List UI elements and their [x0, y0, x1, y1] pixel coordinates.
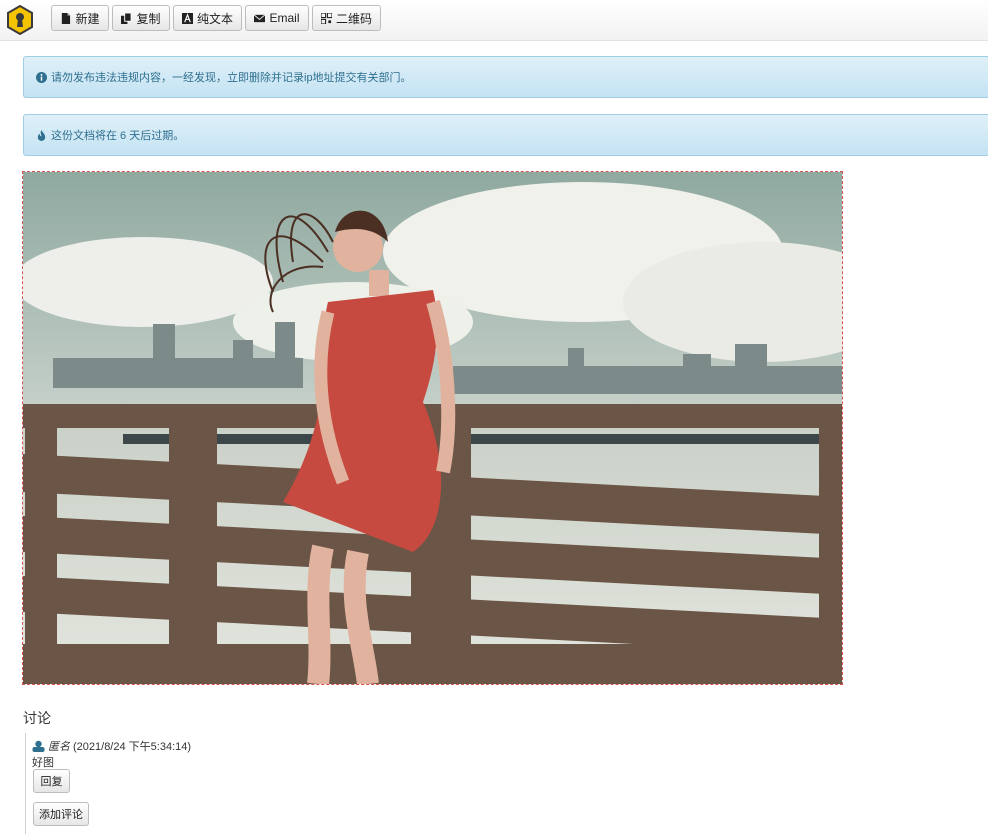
top-toolbar: 新建 复制 纯文本 Email 二维码 — [0, 0, 988, 41]
comment-body: 好图 — [32, 757, 54, 769]
envelope-icon — [254, 13, 266, 22]
fire-icon — [37, 129, 46, 141]
email-button-label: Email — [269, 11, 300, 25]
comment-author: 匿名 — [48, 741, 70, 753]
qrcode-button[interactable]: 二维码 — [312, 5, 381, 31]
photo-illustration — [23, 172, 842, 684]
warning-text: 请勿发布违法违规内容，一经发现，立即删除并记录ip地址提交有关部门。 — [51, 72, 412, 84]
qrcode-icon — [320, 12, 332, 24]
expiry-alert: 这份文档将在 6 天后过期。 — [23, 114, 988, 156]
comment-meta: 匿名 (2021/8/24 下午5:34:14) — [32, 738, 191, 754]
email-button[interactable]: Email — [245, 5, 309, 31]
user-icon — [32, 740, 45, 752]
expiry-text: 这份文档将在 6 天后过期。 — [51, 130, 185, 142]
plaintext-button[interactable]: 纯文本 — [173, 5, 242, 31]
shared-image — [22, 171, 843, 685]
qrcode-button-label: 二维码 — [335, 11, 372, 26]
comment-timestamp: (2021/8/24 下午5:34:14) — [73, 741, 192, 753]
info-circle-icon — [36, 71, 47, 83]
new-button-label: 新建 — [75, 11, 100, 26]
plaintext-button-label: 纯文本 — [196, 11, 233, 26]
file-icon — [62, 12, 71, 24]
add-comment-button[interactable]: 添加评论 — [33, 802, 89, 826]
warning-alert: 请勿发布违法违规内容，一经发现，立即删除并记录ip地址提交有关部门。 — [23, 56, 988, 98]
copy-button-label: 复制 — [136, 11, 161, 26]
discussion-title: 讨论 — [23, 710, 51, 726]
keyhole-logo-icon[interactable] — [6, 4, 34, 36]
comment-thread: 匿名 (2021/8/24 下午5:34:14) 好图 回复 添加评论 — [25, 733, 191, 834]
font-icon — [181, 12, 193, 24]
copy-button[interactable]: 复制 — [112, 5, 170, 31]
reply-button[interactable]: 回复 — [33, 769, 70, 793]
new-button[interactable]: 新建 — [51, 5, 109, 31]
copy-icon — [121, 12, 133, 24]
